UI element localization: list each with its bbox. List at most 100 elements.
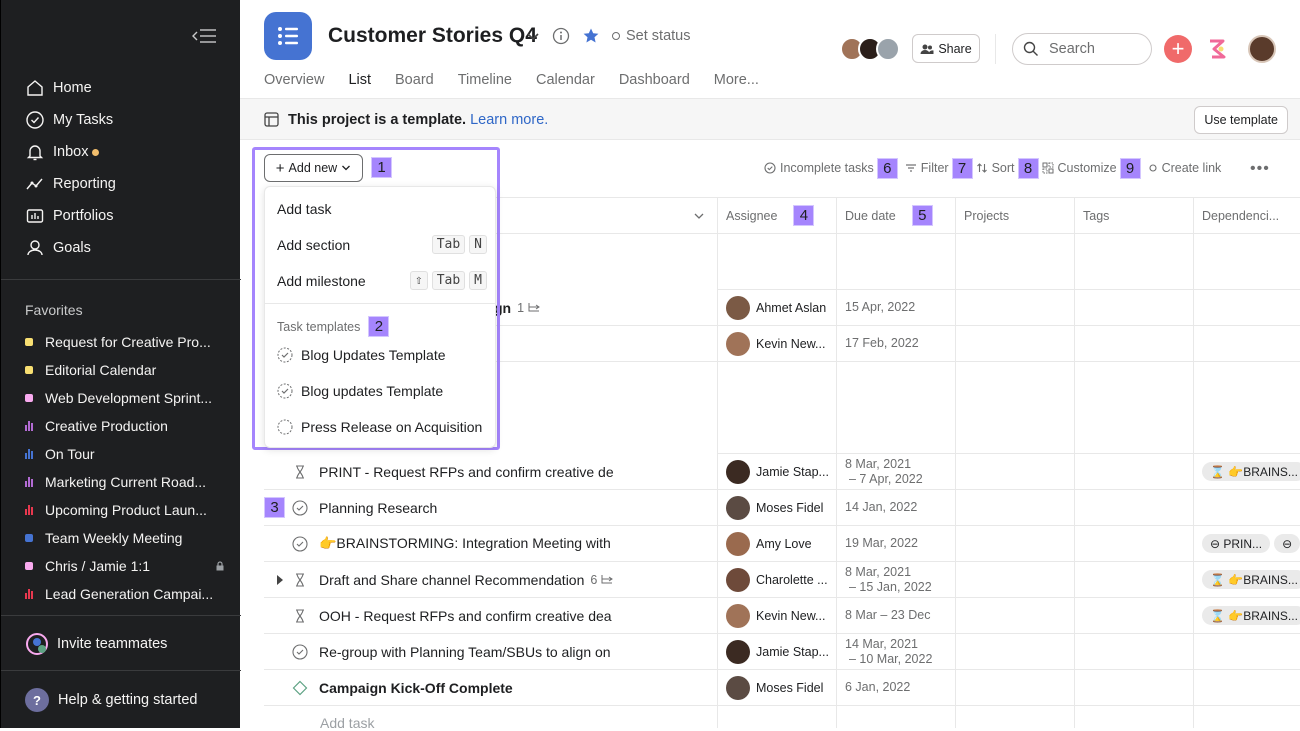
tab-board[interactable]: Board [395,72,434,100]
nav-reporting[interactable]: Reporting [25,174,235,194]
info-icon[interactable] [552,27,570,45]
column-projects[interactable]: Projects [955,198,1074,233]
column-tags[interactable]: Tags [1074,198,1193,233]
task-name[interactable]: Draft and Share channel Recommendation 6 [319,562,619,597]
due-date-cell[interactable]: 6 Jan, 2022 [845,670,910,705]
dependencies-cell[interactable]: ⌛ 👉BRAINS... [1202,598,1300,633]
table-row[interactable]: Draft and Share channel Recommendation 6 … [264,562,1300,598]
task-name[interactable]: Re-group with Planning Team/SBUs to alig… [319,634,619,669]
table-row[interactable]: Planning Research Moses Fidel 14 Jan, 2022 [264,490,1300,526]
hourglass-icon[interactable] [292,464,308,480]
asana-upgrade-icon[interactable] [1206,37,1228,61]
table-row[interactable]: PRINT - Request RFPs and confirm creativ… [264,454,1300,490]
tab-overview[interactable]: Overview [264,72,324,100]
create-link-button[interactable]: Create link [1148,161,1221,175]
filter-button[interactable]: Filter [905,161,949,175]
task-name[interactable]: gn 1 [494,290,604,325]
template-item[interactable]: Blog updates Template [277,383,443,399]
favorite-item[interactable]: Marketing Current Road... [25,474,225,490]
nav-portfolios[interactable]: Portfolios [25,206,235,226]
nav-goals[interactable]: Goals [25,238,235,258]
check-circle-icon[interactable] [292,643,308,660]
favorite-item[interactable]: Request for Creative Pro... [25,334,225,350]
assignee-cell[interactable]: Ahmet Aslan [726,290,836,325]
learn-more-link[interactable]: Learn more. [470,112,548,128]
favorite-item[interactable]: On Tour [25,446,225,462]
tab-dashboard[interactable]: Dashboard [619,72,690,100]
task-name[interactable]: OOH - Request RFPs and confirm creative … [319,598,619,633]
incomplete-tasks-filter[interactable]: Incomplete tasks [764,161,874,175]
create-plus-button[interactable]: + [1164,35,1192,63]
task-name[interactable]: Planning Research [319,490,619,525]
nav-home[interactable]: Home [25,78,235,98]
dependencies-cell[interactable]: ⌛ 👉BRAINS... [1202,562,1300,597]
collapse-sidebar-icon[interactable] [191,27,217,45]
nav-inbox[interactable]: Inbox [25,142,235,162]
favorite-item[interactable]: Upcoming Product Laun... [25,502,225,518]
assignee-cell[interactable]: Kevin New... [726,598,836,633]
dependency-chip[interactable]: ⌛ 👉BRAINS... [1202,606,1300,625]
favorite-item[interactable]: Team Weekly Meeting [25,530,225,546]
template-item[interactable]: Blog Updates Template [277,347,446,363]
due-date-cell[interactable]: 14 Mar, 2021– 10 Mar, 2022 [845,634,932,669]
menu-add-task[interactable]: Add task [277,201,487,217]
menu-add-section[interactable]: Add section Tab N [277,235,487,254]
task-name[interactable]: Campaign Kick-Off Complete [319,670,619,705]
column-due-date[interactable]: Due date 5 [836,198,955,233]
hourglass-icon[interactable] [292,572,308,588]
dependency-chip[interactable]: ⊖ [1274,534,1300,553]
user-avatar[interactable] [1248,35,1276,63]
favorite-item[interactable]: Lead Generation Campai... [25,586,225,602]
check-circle-icon[interactable] [292,499,308,516]
favorite-item[interactable]: Chris / Jamie 1:1 [25,558,225,574]
tab-timeline[interactable]: Timeline [458,72,512,100]
dependency-chip[interactable]: ⌛ 👉BRAINS... [1202,570,1300,589]
project-title[interactable]: Customer Stories Q4 [328,24,537,48]
help-button[interactable]: ? Help & getting started [25,688,197,712]
due-date-cell[interactable]: 19 Mar, 2022 [845,526,918,561]
template-item[interactable]: Press Release on Acquisition [277,419,482,435]
table-row[interactable]: Campaign Kick-Off Complete Moses Fidel 6 J… [264,670,1300,706]
due-date-cell[interactable]: 8 Mar, 2021– 15 Jan, 2022 [845,562,932,597]
task-name[interactable]: 👉BRAINSTORMING: Integration Meeting with [319,526,619,561]
favorite-item[interactable]: Web Development Sprint... [25,390,225,406]
customize-button[interactable]: Customize [1042,161,1117,175]
due-date-cell[interactable]: 15 Apr, 2022 [845,290,915,325]
sort-button[interactable]: Sort [976,161,1015,175]
nav-my-tasks[interactable]: My Tasks [25,110,235,130]
column-dependencies[interactable]: Dependenci... [1193,198,1300,233]
column-assignee[interactable]: Assignee 4 [717,198,836,233]
add-new-button[interactable]: + Add new [264,154,363,182]
expand-triangle-icon[interactable] [276,574,284,585]
set-status-button[interactable]: Set status [612,28,690,44]
assignee-cell[interactable]: Amy Love [726,526,836,561]
star-icon[interactable] [582,27,600,45]
table-row[interactable]: Re-group with Planning Team/SBUs to alig… [264,634,1300,670]
assignee-cell[interactable]: Jamie Stap... [726,454,836,489]
due-date-cell[interactable]: 8 Mar, 2021– 7 Apr, 2022 [845,454,923,489]
menu-add-milestone[interactable]: Add milestone ⇧ Tab M [277,271,487,290]
tab-more[interactable]: More... [714,72,759,100]
chevron-down-icon[interactable] [526,29,540,43]
dependency-chip[interactable]: ⌛ 👉BRAINS... [1202,462,1300,481]
chevron-down-icon[interactable] [694,211,704,221]
due-date-cell[interactable]: 8 Mar – 23 Dec [845,598,930,633]
milestone-icon[interactable] [292,680,308,696]
hourglass-icon[interactable] [292,608,308,624]
search-input[interactable]: Search [1012,33,1152,65]
assignee-cell[interactable]: Kevin New... [726,326,836,361]
dependencies-cell[interactable]: ⌛ 👉BRAINS... [1202,454,1300,489]
favorite-item[interactable]: Creative Production [25,418,225,434]
invite-teammates-button[interactable]: Invite teammates [25,632,167,656]
task-name[interactable]: PRINT - Request RFPs and confirm creativ… [319,454,619,489]
check-circle-icon[interactable] [292,535,308,552]
table-row[interactable]: OOH - Request RFPs and confirm creative … [264,598,1300,634]
assignee-cell[interactable]: Moses Fidel [726,490,836,525]
due-date-cell[interactable]: 14 Jan, 2022 [845,490,917,525]
assignee-cell[interactable]: Charolette ... [726,562,836,597]
tab-calendar[interactable]: Calendar [536,72,595,100]
more-options-icon[interactable]: ••• [1250,160,1270,178]
tab-list[interactable]: List [348,72,372,100]
assignee-cell[interactable]: Jamie Stap... [726,634,836,669]
use-template-button[interactable]: Use template [1194,106,1288,134]
